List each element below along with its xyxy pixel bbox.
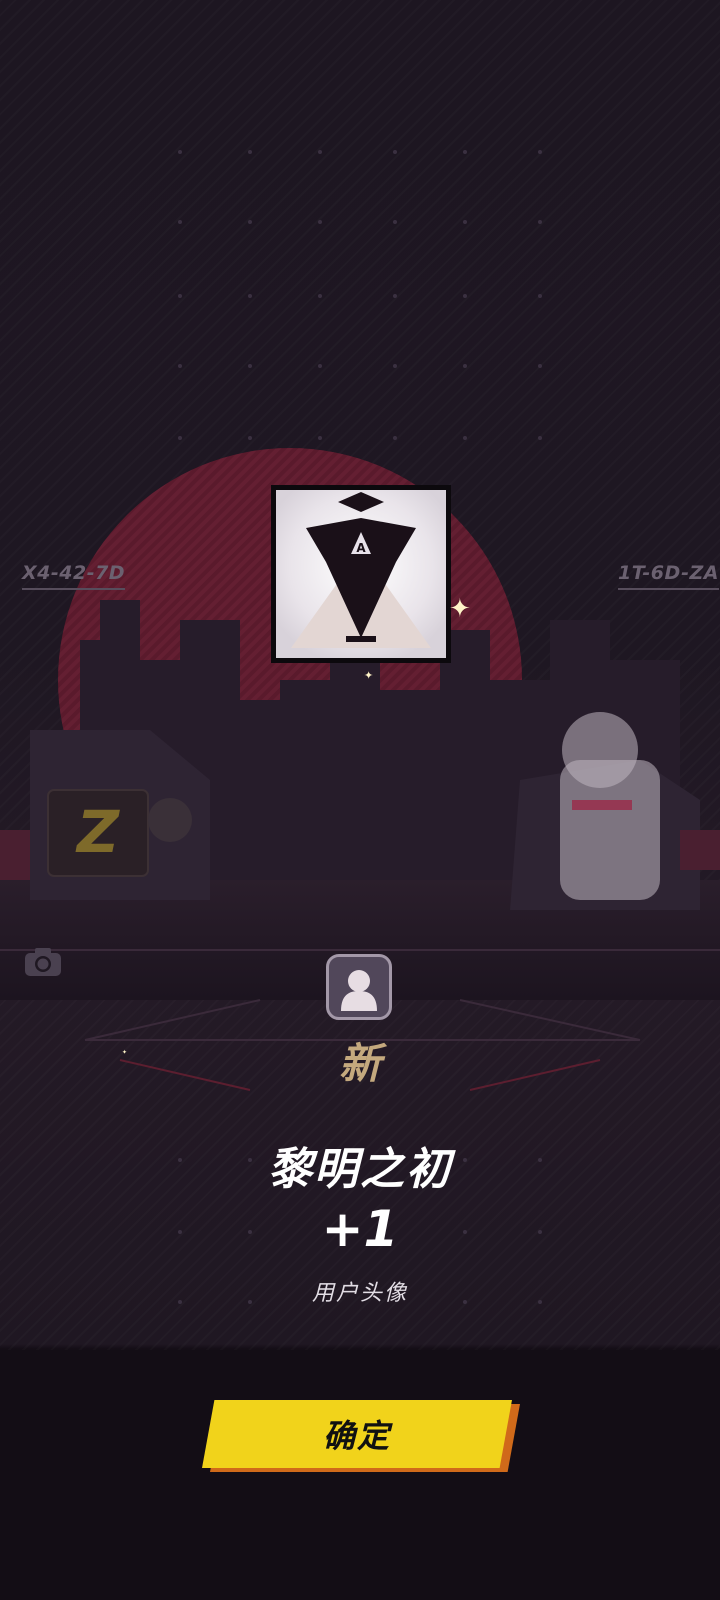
camera-icon: [25, 948, 61, 976]
new-tag: 新: [338, 1039, 381, 1088]
reward-screen: Z X4-42-7D 1T-6D-ZA A ✦ ✦ ✦ 新 黎明之初 +1 用户…: [0, 0, 720, 1600]
left-code-label: X4-42-7D: [22, 562, 126, 590]
confirm-button-face: 确定: [202, 1400, 512, 1468]
reward-type: 用户头像: [311, 1281, 408, 1306]
user-silhouette-icon: [341, 970, 377, 1011]
left-code-underline: [22, 588, 126, 590]
left-code-text: X4-42-7D: [22, 562, 126, 584]
confirm-button[interactable]: 确定: [202, 1400, 520, 1472]
right-code-text: 1T-6D-ZA: [618, 562, 719, 584]
reward-avatar-frame: A: [276, 490, 446, 658]
camera-button[interactable]: [24, 947, 62, 977]
dawn-avatar-icon: A: [276, 490, 446, 658]
sparkle-small-icon: ✦: [364, 669, 374, 682]
svg-text:A: A: [356, 541, 366, 555]
sparkle-icon: ✦: [449, 594, 471, 624]
right-code-underline: [618, 588, 719, 590]
reward-name: 黎明之初: [268, 1144, 452, 1195]
svg-text:Z: Z: [75, 798, 120, 866]
city-skyline-background: Z: [0, 150, 720, 1600]
sparkle-tiny-icon: ✦: [122, 1049, 128, 1056]
reward-count: +1: [321, 1200, 399, 1258]
avatar-type-icon: [326, 954, 392, 1020]
confirm-button-label: 确定: [322, 1417, 391, 1455]
right-code-label: 1T-6D-ZA: [618, 562, 719, 590]
